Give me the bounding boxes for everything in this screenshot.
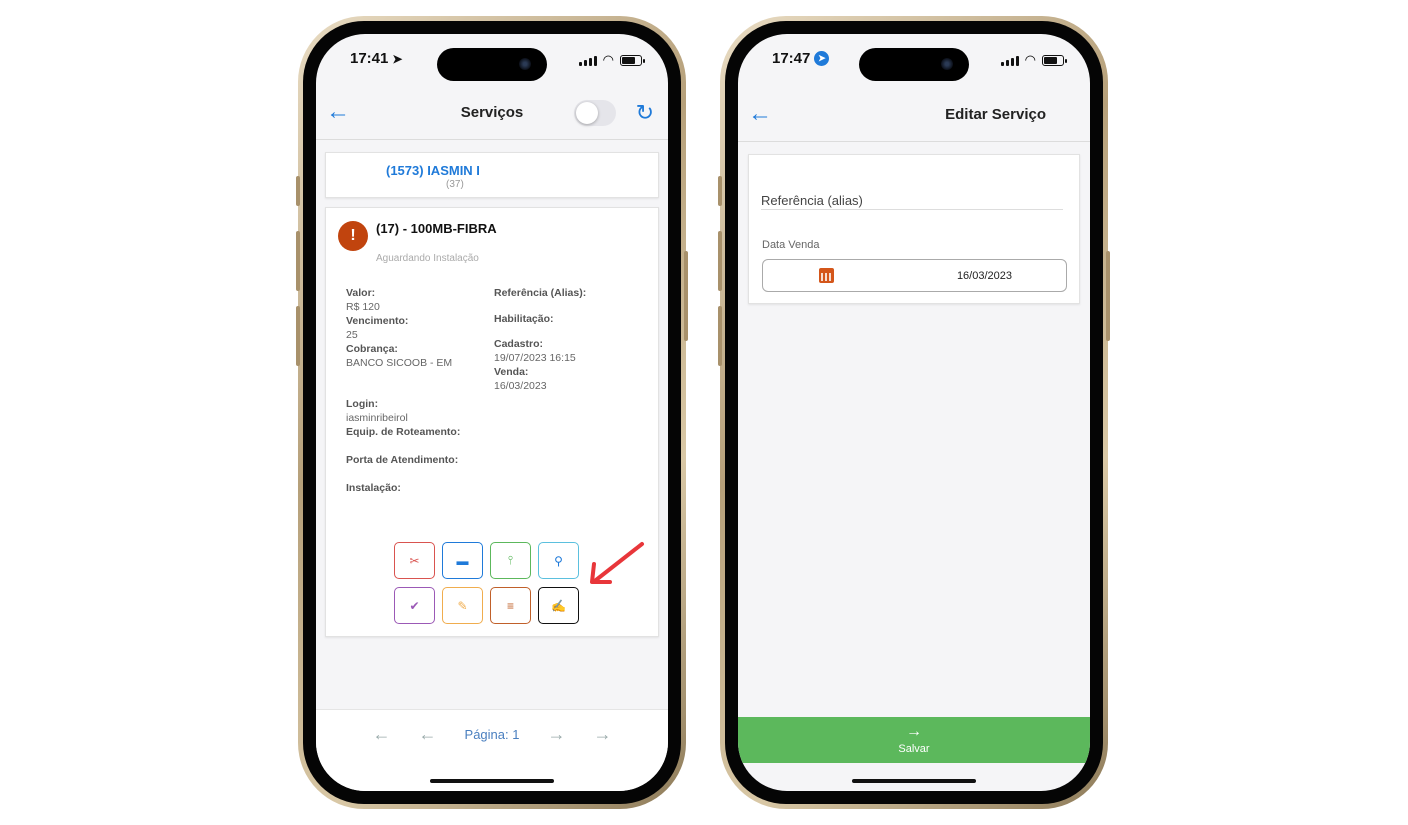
page-label: Página: 1 [464, 727, 520, 742]
service-status: Aguardando Instalação [376, 253, 479, 264]
wifi-icon: ◠ [602, 52, 614, 67]
status-time: 17:41 [350, 50, 389, 67]
list-button[interactable]: ≡ [490, 587, 531, 624]
check-circle-icon: ✔ [409, 598, 420, 613]
location-arrow-icon: ➤ [392, 51, 403, 66]
home-indicator [852, 779, 976, 783]
field-instalacao: Instalação: [346, 482, 401, 494]
edit-square-icon: ✍ [551, 598, 566, 613]
back-arrow-icon[interactable]: ← [748, 102, 772, 126]
window-icon: ▬ [456, 553, 469, 568]
client-sub: (37) [446, 179, 464, 190]
field-cadastro: Cadastro: 19/07/2023 16:15 [494, 338, 576, 364]
dynamic-island [859, 48, 969, 81]
save-label: Salvar [898, 743, 930, 755]
screen-services: 17:41 ➤ ◠ ← Serviços ↻ (1573) IASMIN I (… [316, 34, 668, 791]
refresh-icon[interactable]: ↻ [636, 100, 654, 126]
reference-input[interactable]: Referência (alias) [761, 193, 863, 208]
calendar-icon [819, 268, 834, 283]
filter-toggle[interactable] [574, 100, 616, 126]
annotation-arrow-icon [590, 542, 644, 584]
battery-icon [620, 54, 645, 66]
edit-form-card: Referência (alias) Data Venda 16/03/2023 [748, 154, 1080, 304]
check-button[interactable]: ✔ [394, 587, 435, 624]
warning-icon: ! [338, 221, 368, 251]
last-page-icon[interactable]: → [593, 724, 611, 745]
pencil-button[interactable]: ✎ [442, 587, 483, 624]
status-time: 17:47 [772, 50, 811, 67]
client-name: (1573) IASMIN I [386, 163, 480, 178]
list-icon: ≡ [506, 598, 514, 613]
scissors-icon: ✂ [409, 553, 420, 568]
service-title: (17) - 100MB-FIBRA [376, 221, 497, 236]
edit-service-button[interactable]: ✍ [538, 587, 579, 624]
client-card[interactable]: (1573) IASMIN I (37) [325, 152, 659, 198]
arrow-right-icon: → [906, 723, 922, 740]
next-page-icon[interactable]: → [547, 724, 565, 745]
pencil-icon: ✎ [457, 598, 468, 613]
field-vencimento: Vencimento: 25 [346, 315, 409, 341]
save-button[interactable]: → Salvar [738, 717, 1090, 763]
field-login: Login: iasminribeirol [346, 398, 408, 424]
wifi-icon: ◠ [1024, 52, 1036, 67]
first-page-icon[interactable]: ← [373, 724, 391, 745]
prev-page-icon[interactable]: ← [419, 724, 437, 745]
location-badge-icon: ➤ [814, 51, 830, 66]
field-cobranca: Cobrança: BANCO SICOOB - EM [346, 343, 453, 369]
phone-right: 17:47 ➤ ◠ ← Editar Serviço Referência (a… [718, 16, 1110, 809]
field-referencia: Referência (Alias): [494, 287, 587, 299]
pin-button[interactable]: ⫯ [490, 542, 531, 579]
field-porta-atendimento: Porta de Atendimento: [346, 454, 459, 466]
date-picker[interactable]: 16/03/2023 [762, 259, 1067, 292]
dynamic-island [437, 48, 547, 81]
key-button[interactable]: ⚲ [538, 542, 579, 579]
pagination: ← ← Página: 1 → → [316, 709, 668, 791]
pin-icon: ⫯ [507, 553, 514, 567]
signal-icon [578, 55, 597, 66]
battery-icon [1042, 54, 1067, 66]
screen-edit-service: 17:47 ➤ ◠ ← Editar Serviço Referência (a… [738, 34, 1090, 791]
home-indicator [430, 779, 554, 783]
page-title: Editar Serviço [945, 106, 1046, 123]
date-label: Data Venda [762, 239, 820, 251]
action-buttons: ✂ ▬ ⫯ ⚲ ✔ ✎ ≡ ✍ [394, 542, 579, 624]
navbar: ← Editar Serviço [738, 88, 1090, 142]
key-icon: ⚲ [554, 553, 563, 568]
navbar: ← Serviços ↻ [316, 86, 668, 140]
field-habilitacao: Habilitação: [494, 313, 554, 325]
window-button[interactable]: ▬ [442, 542, 483, 579]
field-equip-roteamento: Equip. de Roteamento: [346, 426, 461, 438]
signal-icon [1000, 55, 1019, 66]
scissors-button[interactable]: ✂ [394, 542, 435, 579]
phone-left: 17:41 ➤ ◠ ← Serviços ↻ (1573) IASMIN I (… [296, 16, 688, 809]
field-venda: Venda: 16/03/2023 [494, 366, 547, 392]
field-valor: Valor: R$ 120 [346, 287, 380, 313]
date-value: 16/03/2023 [956, 270, 1012, 282]
